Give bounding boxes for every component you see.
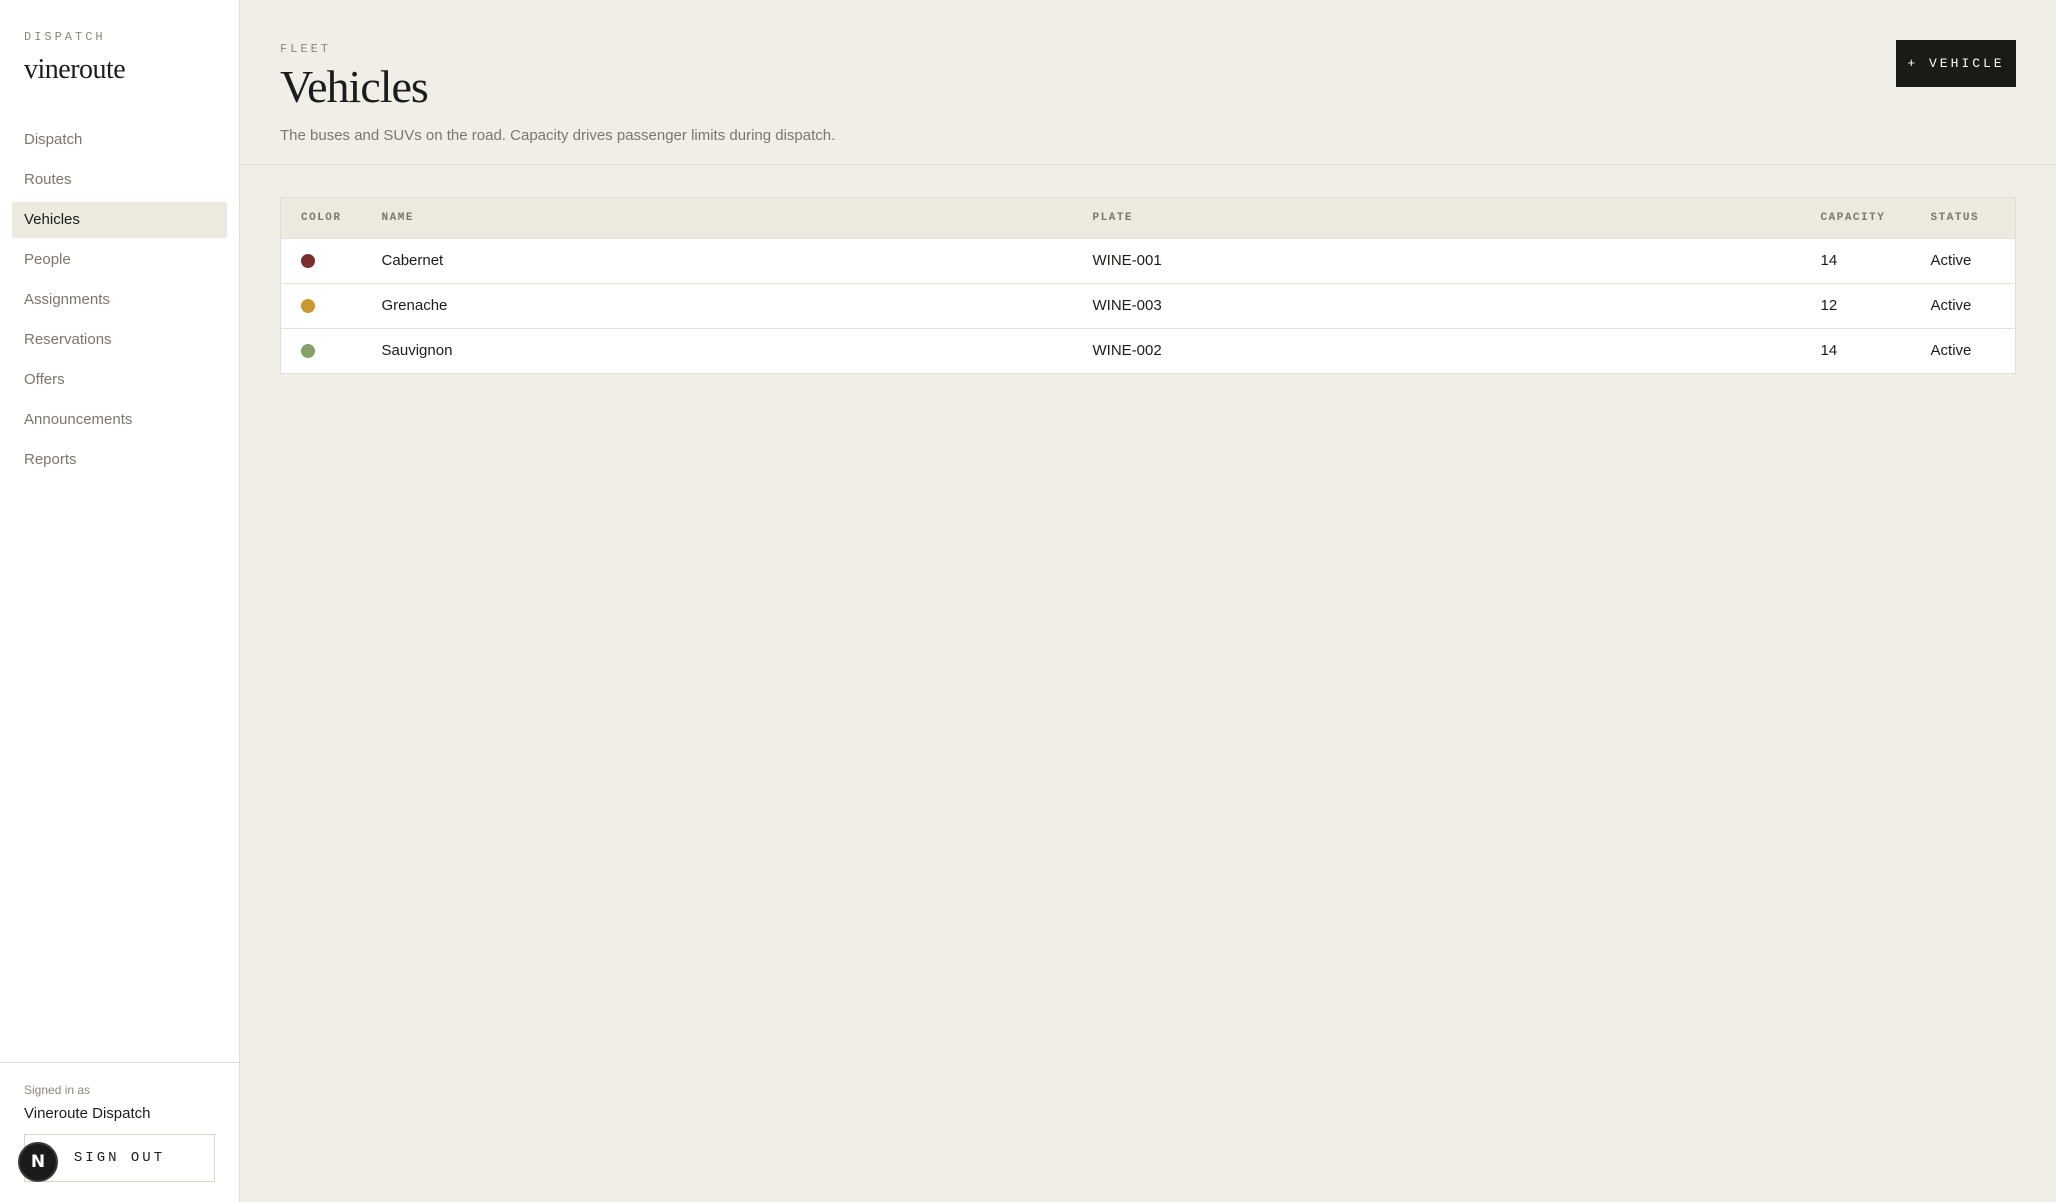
dev-tools-badge-icon[interactable]: N: [18, 1142, 58, 1182]
status-cell: Active: [1930, 297, 1972, 314]
page-eyebrow: FLEET: [280, 42, 332, 56]
color-swatch: [301, 254, 315, 269]
name-cell: Cabernet: [381, 252, 444, 269]
sidebar-item-routes[interactable]: Routes: [12, 162, 227, 198]
add-vehicle-button[interactable]: + VEHICLE: [1896, 40, 2016, 87]
color-cell: [281, 238, 362, 283]
status-cell: Active: [1930, 342, 1972, 360]
color-swatch: [301, 299, 315, 314]
table-row[interactable]: Grenache WINE-003 12 Active: [281, 283, 2015, 328]
sidebar-item-offers[interactable]: Offers: [12, 362, 227, 398]
sidebar-item-vehicles[interactable]: Vehicles: [12, 202, 227, 238]
sidebar: DISPATCH vineroute Dispatch Routes Vehic…: [0, 0, 240, 1202]
color-cell: [281, 328, 362, 373]
sidebar-nav: Dispatch Routes Vehicles People Assignme…: [0, 122, 239, 482]
capacity-cell: 14: [1820, 342, 1838, 360]
page-subtitle: The buses and SUVs on the road. Capacity…: [280, 126, 836, 144]
table-row[interactable]: Sauvignon WINE-002 14 Active: [281, 328, 2015, 373]
status-cell: Active: [1930, 252, 1972, 269]
table-row[interactable]: Cabernet WINE-001 14 Active: [281, 238, 2015, 283]
signed-in-label: Signed in as: [24, 1083, 91, 1097]
plate-cell: WINE-001: [1092, 252, 1162, 269]
sidebar-item-announcements[interactable]: Announcements: [12, 402, 227, 438]
capacity-cell: 14: [1820, 252, 1838, 269]
table-body: Cabernet WINE-001 14 Active Grenache WIN…: [281, 238, 2015, 373]
page-header: FLEET Vehicles The buses and SUVs on the…: [240, 0, 2056, 165]
name-cell: Sauvignon: [381, 342, 453, 360]
table-header: COLOR NAME PLATE CAPACITY STATUS: [281, 198, 2015, 238]
sidebar-item-people[interactable]: People: [12, 242, 227, 278]
table-header-row: COLOR NAME PLATE CAPACITY STATUS: [281, 198, 2015, 238]
signed-in-user: Vineroute Dispatch: [24, 1105, 151, 1122]
column-header-plate: PLATE: [1092, 211, 1134, 224]
column-header-capacity: CAPACITY: [1820, 211, 1886, 224]
capacity-cell: 12: [1820, 297, 1838, 314]
name-cell: Grenache: [381, 297, 448, 314]
main-content: FLEET Vehicles The buses and SUVs on the…: [240, 0, 2056, 1202]
plate-cell: WINE-003: [1092, 297, 1162, 314]
color-swatch: [301, 344, 315, 359]
plate-cell: WINE-002: [1092, 342, 1162, 360]
app-root: DISPATCH vineroute Dispatch Routes Vehic…: [0, 0, 2056, 1202]
sidebar-item-reports[interactable]: Reports: [12, 442, 227, 478]
brand: DISPATCH vineroute: [0, 0, 239, 86]
sidebar-item-reservations[interactable]: Reservations: [12, 322, 227, 358]
brand-eyebrow: DISPATCH: [24, 30, 106, 44]
brand-logo-text[interactable]: vineroute: [24, 54, 215, 86]
column-header-name: NAME: [381, 211, 414, 224]
vehicles-table: COLOR NAME PLATE CAPACITY STATUS Caberne…: [281, 198, 2015, 373]
sidebar-item-dispatch[interactable]: Dispatch: [12, 122, 227, 158]
vehicles-table-container: COLOR NAME PLATE CAPACITY STATUS Caberne…: [280, 197, 2016, 374]
page-title: Vehicles: [280, 61, 429, 112]
sidebar-item-assignments[interactable]: Assignments: [12, 282, 227, 318]
color-cell: [281, 283, 362, 328]
column-header-status: STATUS: [1930, 211, 1980, 224]
column-header-color: COLOR: [301, 211, 342, 224]
